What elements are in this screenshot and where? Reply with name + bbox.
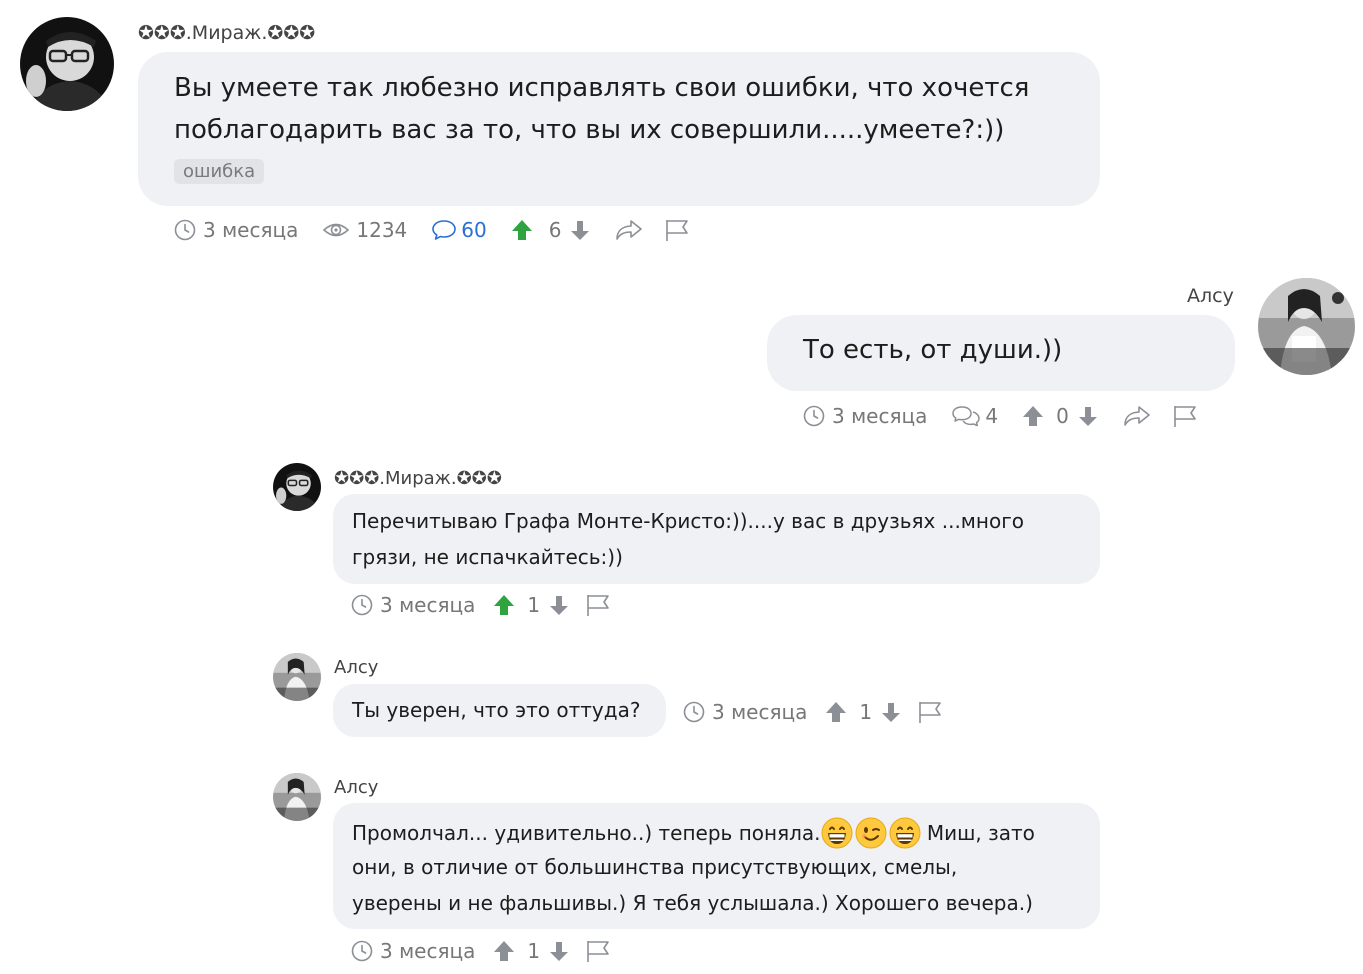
author-avatar[interactable] (273, 463, 321, 511)
author-avatar[interactable] (273, 653, 321, 701)
reply-time: 3 месяца (803, 404, 927, 428)
winking-emoji-icon (855, 817, 887, 849)
time-label: 3 месяца (203, 218, 299, 242)
avatar-photo-woman (273, 653, 321, 701)
reply-text-line: уверены и не фальшивы.) Я тебя услышала.… (352, 891, 1033, 915)
reply-bubble: То есть, от души.)) (767, 315, 1235, 391)
time-label: 3 месяца (712, 700, 808, 724)
author-name[interactable]: Алсу (334, 777, 378, 798)
share-arrow-icon (1124, 406, 1150, 426)
reply-text-line: Перечитываю Графа Монте-Кристо:))....у в… (352, 509, 1024, 533)
report-button[interactable] (917, 700, 943, 724)
comment-bubble-icon (432, 220, 457, 240)
downvote-arrow-icon[interactable] (549, 940, 569, 962)
report-button[interactable] (1172, 404, 1198, 428)
report-button[interactable] (664, 218, 690, 242)
downvote-arrow-icon[interactable] (549, 594, 569, 616)
avatar-photo-woman (1258, 278, 1355, 375)
avatar-photo-woman (273, 773, 321, 821)
upvote-arrow-icon[interactable] (825, 700, 847, 724)
upvote-arrow-icon[interactable] (511, 218, 533, 242)
time-label: 3 месяца (380, 939, 476, 963)
reply-time: 3 месяца (351, 593, 475, 617)
reply-text-line: грязи, не испачкайтесь:)) (352, 545, 623, 569)
post-views: 1234 (322, 218, 407, 242)
vote-score: 1 (859, 700, 873, 724)
post-text-line: Вы умеете так любезно исправлять свои ош… (174, 73, 1030, 103)
vote-group: 0 (1022, 404, 1098, 428)
replies-count: 4 (985, 404, 999, 428)
vote-group: 1 (493, 939, 569, 963)
reply-text-part: Промолчал... удивительно..) теперь понял… (352, 821, 821, 845)
report-button[interactable] (585, 593, 611, 617)
share-arrow-icon (616, 220, 643, 240)
clock-icon (351, 940, 373, 962)
avatar-photo-man (20, 17, 114, 111)
clock-icon (174, 219, 196, 241)
grinning-emoji-icon (821, 817, 853, 849)
views-count: 1234 (356, 218, 408, 242)
share-button[interactable] (1122, 404, 1152, 428)
post-bubble: Вы умеете так любезно исправлять свои ош… (138, 52, 1100, 206)
clock-icon (683, 701, 705, 723)
reply-meta-bar: 3 месяца 1 (683, 698, 943, 726)
reply-text: То есть, от души.)) (803, 335, 1063, 365)
clock-icon (351, 594, 373, 616)
replies-link[interactable]: 4 (951, 404, 998, 428)
upvote-arrow-icon[interactable] (1022, 404, 1044, 428)
comments-link[interactable]: 60 (431, 218, 487, 242)
upvote-arrow-icon[interactable] (493, 939, 515, 963)
reply-time: 3 месяца (351, 939, 475, 963)
report-button[interactable] (585, 939, 611, 963)
share-button[interactable] (614, 218, 644, 242)
vote-group: 1 (493, 593, 569, 617)
clock-icon (803, 405, 825, 427)
grinning-emoji-icon (889, 817, 921, 849)
downvote-arrow-icon[interactable] (881, 701, 901, 723)
post-meta-bar: 3 месяца 1234 60 6 (174, 216, 690, 244)
flag-icon (587, 595, 609, 616)
post-text-line: поблагодарить вас за то, что вы их совер… (174, 115, 1005, 145)
reply-text-line: Промолчал... удивительно..) теперь понял… (352, 817, 1035, 849)
author-name[interactable]: ✪✪✪.Мираж.✪✪✪ (138, 22, 315, 44)
comments-icon (952, 406, 981, 427)
flag-icon (919, 702, 941, 723)
vote-score: 6 (548, 218, 562, 242)
reply-bubble: Перечитываю Графа Монте-Кристо:))....у в… (333, 494, 1100, 584)
reply-text-line: они, в отличие от большинства присутству… (352, 855, 958, 879)
author-name[interactable]: Алсу (334, 657, 378, 678)
downvote-arrow-icon[interactable] (1078, 405, 1098, 427)
avatar-photo-man (273, 463, 321, 511)
flag-icon (666, 220, 689, 241)
eye-icon (323, 223, 350, 237)
vote-group: 6 (511, 218, 591, 242)
reply-text: Ты уверен, что это оттуда? (352, 698, 641, 722)
reply-meta-bar: 3 месяца 4 0 (803, 402, 1198, 430)
reply-time: 3 месяца (683, 700, 807, 724)
author-avatar[interactable] (1258, 278, 1355, 375)
reply-bubble: Ты уверен, что это оттуда? (333, 684, 666, 737)
reply-meta-bar: 3 месяца 1 (351, 591, 611, 619)
time-label: 3 месяца (832, 404, 928, 428)
upvote-arrow-icon[interactable] (493, 593, 515, 617)
author-name[interactable]: ✪✪✪.Мираж.✪✪✪ (334, 468, 502, 489)
downvote-arrow-icon[interactable] (570, 219, 590, 241)
author-avatar[interactable] (20, 17, 114, 111)
time-label: 3 месяца (380, 593, 476, 617)
author-name[interactable]: Алсу (1187, 285, 1234, 307)
reply-bubble: Промолчал... удивительно..) теперь понял… (333, 803, 1100, 929)
vote-group: 1 (825, 700, 901, 724)
vote-score: 1 (527, 939, 541, 963)
reply-text-part: Миш, зато (920, 821, 1035, 845)
reply-meta-bar: 3 месяца 1 (351, 937, 611, 965)
flag-icon (1174, 406, 1196, 427)
vote-score: 0 (1056, 404, 1069, 428)
author-avatar[interactable] (273, 773, 321, 821)
flag-icon (587, 941, 609, 962)
vote-score: 1 (527, 593, 541, 617)
tag-chip[interactable]: ошибка (174, 159, 265, 184)
post-time: 3 месяца (174, 218, 298, 242)
comments-count: 60 (461, 218, 487, 242)
